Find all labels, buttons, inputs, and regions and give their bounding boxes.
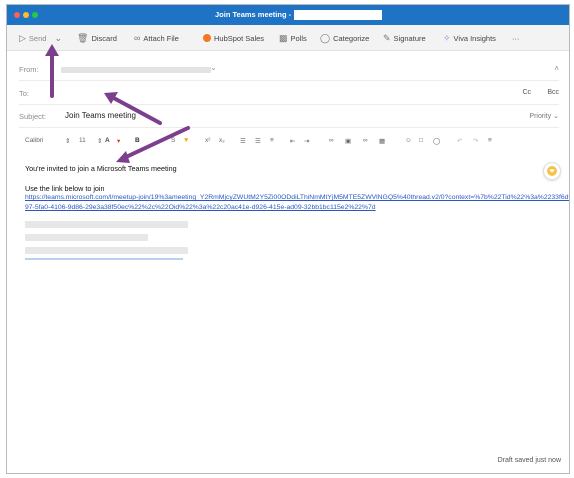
- paperclip-icon: ∞: [134, 33, 141, 43]
- polls-button[interactable]: ▩ Polls: [279, 32, 307, 44]
- heart-icon: ❤: [547, 166, 557, 176]
- cc-button[interactable]: Cc: [522, 89, 531, 96]
- placeholder-link: [25, 258, 183, 260]
- title-bar: Join Teams meeting -: [7, 5, 569, 25]
- chevron-down-icon[interactable]: ⌄: [210, 63, 217, 72]
- attach-label: Attach File: [143, 33, 179, 43]
- close-window-button[interactable]: [14, 12, 20, 18]
- bcc-button[interactable]: Bcc: [547, 89, 559, 96]
- stepper-icon[interactable]: ⇕: [65, 137, 70, 145]
- from-label: From:: [19, 65, 39, 74]
- minimize-window-button[interactable]: [23, 12, 29, 18]
- link-icon[interactable]: ∞: [363, 137, 368, 144]
- hubspot-sales-button[interactable]: HubSpot Sales: [203, 32, 264, 44]
- priority-button[interactable]: Priority ⌄: [529, 112, 559, 120]
- divider: [19, 127, 559, 128]
- send-icon: ▷: [19, 32, 26, 43]
- title-redaction: [294, 10, 382, 20]
- font-color-icon[interactable]: A: [105, 137, 110, 144]
- strikethrough-icon[interactable]: S: [171, 137, 175, 144]
- send-button[interactable]: ▷ Send ⌄: [19, 32, 62, 44]
- highlight-icon[interactable]: ▼: [183, 137, 189, 144]
- subject-field[interactable]: Join Teams meeting: [65, 111, 136, 120]
- subscript-icon[interactable]: x₂: [219, 137, 225, 144]
- hubspot-icon: [203, 34, 211, 42]
- outdent-icon[interactable]: ⇤: [290, 137, 295, 145]
- placeholder-line: [25, 221, 188, 228]
- indent-icon[interactable]: ⇥: [304, 137, 309, 145]
- more-options-button[interactable]: ···: [512, 32, 520, 44]
- emoji-icon[interactable]: ☺: [405, 137, 412, 144]
- placeholder-line: [25, 234, 148, 241]
- image-icon[interactable]: ▣: [345, 137, 351, 145]
- pen-icon: ✎: [383, 32, 391, 43]
- priority-label: Priority: [529, 113, 552, 120]
- more-format-icon[interactable]: ≡: [488, 137, 492, 144]
- compose-window: Join Teams meeting - ▷ Send ⌄ 🗑 Discard …: [6, 4, 570, 474]
- viva-insights-button[interactable]: ✧ Viva Insights: [443, 32, 496, 44]
- to-label: To:: [19, 89, 30, 98]
- superscript-icon[interactable]: x²: [205, 137, 210, 144]
- categorize-button[interactable]: ◯ Categorize: [320, 32, 369, 44]
- bold-icon[interactable]: B: [135, 137, 140, 144]
- poll-icon: ▩: [279, 32, 288, 43]
- placeholder-line: [25, 247, 188, 254]
- stepper-icon[interactable]: ⇕: [97, 137, 102, 145]
- chevron-down-icon[interactable]: ⌄: [54, 33, 62, 44]
- collapse-header-icon[interactable]: ˄: [554, 64, 559, 73]
- trash-icon: 🗑: [77, 32, 89, 43]
- send-label: Send: [28, 33, 47, 43]
- invite-line: You're invited to join a Microsoft Teams…: [25, 164, 177, 173]
- divider: [19, 80, 559, 81]
- subject-label: Subject:: [19, 112, 47, 121]
- window-title: Join Teams meeting -: [215, 10, 292, 19]
- zoom-window-button[interactable]: [32, 12, 38, 18]
- viva-label: Viva Insights: [453, 33, 496, 43]
- discard-label: Discard: [91, 33, 117, 43]
- from-account-select[interactable]: [61, 67, 211, 73]
- toolbar: ▷ Send ⌄ 🗑 Discard ∞ Attach File HubSpot…: [7, 25, 569, 51]
- attach-icon[interactable]: ∞: [329, 137, 334, 144]
- hubspot-label: HubSpot Sales: [214, 33, 265, 43]
- tag-icon: ◯: [320, 32, 331, 43]
- discard-button[interactable]: 🗑 Discard: [77, 32, 117, 44]
- polls-label: Polls: [290, 33, 307, 43]
- viva-insights-icon: ✧: [443, 32, 451, 43]
- to-row[interactable]: To: Cc Bcc: [7, 83, 569, 105]
- draft-status: Draft saved just now: [497, 457, 561, 464]
- chevron-down-icon[interactable]: ▾: [117, 137, 120, 145]
- undo-icon[interactable]: ↶: [457, 137, 462, 145]
- signature-button[interactable]: ✎ Signature: [383, 32, 426, 44]
- subject-row[interactable]: Subject: Join Teams meeting Priority ⌄: [7, 106, 569, 128]
- bullet-list-icon[interactable]: ☰: [240, 137, 246, 145]
- table-icon[interactable]: ▦: [379, 137, 385, 145]
- dictate-icon[interactable]: ◯: [433, 137, 440, 145]
- redo-icon[interactable]: ↷: [473, 137, 478, 145]
- signature-label: Signature: [393, 33, 426, 43]
- more-label: ···: [512, 33, 520, 43]
- lock-icon[interactable]: □: [419, 137, 423, 144]
- font-select[interactable]: Calibri: [25, 137, 43, 144]
- numbered-list-icon[interactable]: ☰: [255, 137, 261, 145]
- from-row: From: ⌄ ˄: [7, 59, 569, 81]
- link-intro: Use the link below to join: [25, 184, 105, 193]
- font-size-select[interactable]: 11: [79, 137, 86, 144]
- align-icon[interactable]: ≡: [270, 137, 274, 144]
- meeting-link[interactable]: https://teams.microsoft.com/l/meetup-joi…: [25, 193, 569, 213]
- copilot-button[interactable]: ❤: [543, 162, 561, 180]
- attach-file-button[interactable]: ∞ Attach File: [134, 32, 179, 44]
- format-bar: Calibri ⇕ 11 ⇕ A ▾ B S ▼ x² x₂ ☰ ☰ ≡ ⇤ ⇥…: [7, 133, 569, 151]
- divider: [19, 104, 559, 105]
- categorize-label: Categorize: [333, 33, 370, 43]
